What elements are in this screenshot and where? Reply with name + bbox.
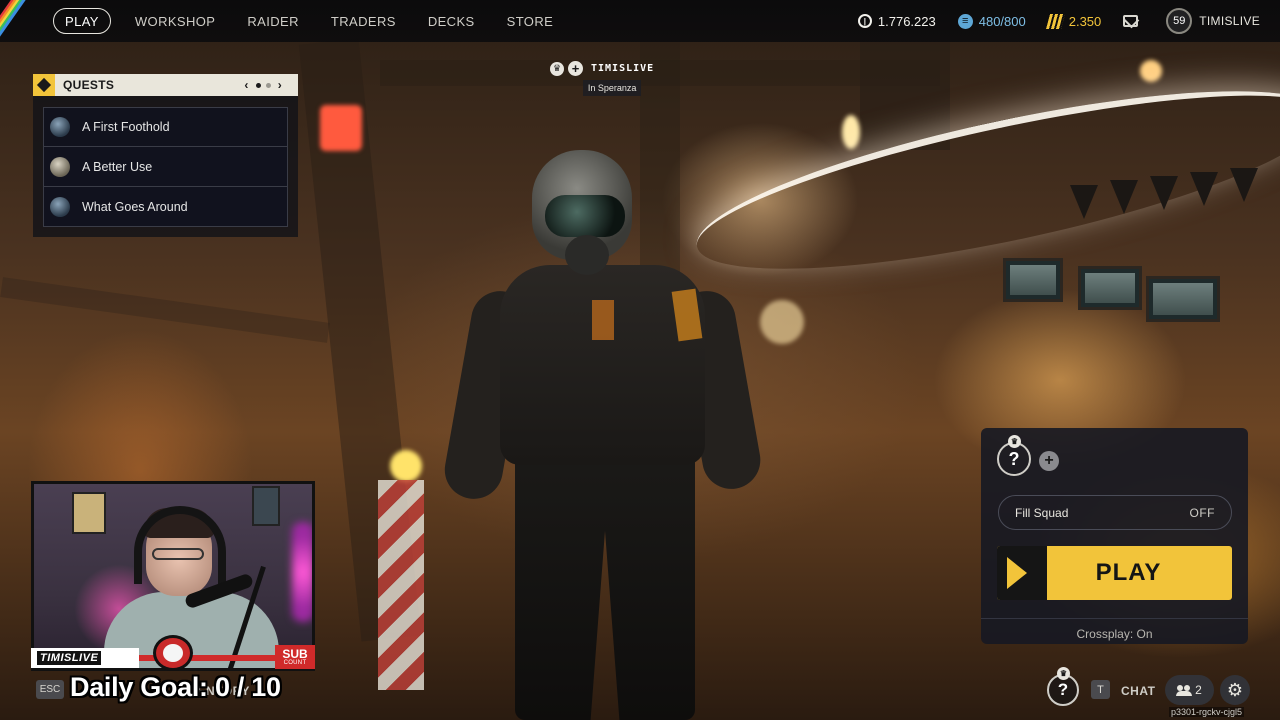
currency-bar: | 1.776.223 ≡ 480/800 2.350 59 TIMISLIVE	[836, 0, 1260, 42]
party-player-name: TIMISLIVE	[591, 63, 655, 74]
quests-pager: ‹ ›	[242, 78, 284, 92]
chat-button[interactable]: CHAT	[1121, 684, 1155, 698]
quests-prev-arrow[interactable]: ‹	[242, 78, 250, 92]
credits-value: 2.350	[1068, 13, 1102, 29]
quest-item[interactable]: A Better Use	[43, 147, 288, 187]
crown-icon: ♛	[1008, 435, 1021, 448]
nav-workshop[interactable]: WORKSHOP	[119, 8, 231, 34]
pager-dot	[265, 82, 271, 88]
slot-unknown-symbol: ?	[1008, 448, 1020, 469]
coins-balance[interactable]: | 1.776.223	[857, 13, 936, 29]
quest-label: A First Foothold	[82, 120, 170, 134]
quest-giver-avatar	[50, 196, 70, 217]
streamer-tag: TIMISLIVE	[31, 648, 139, 668]
credits-icon	[1045, 13, 1065, 29]
quest-item[interactable]: A First Foothold	[43, 107, 288, 147]
raider-character	[440, 140, 770, 720]
nav-traders[interactable]: TRADERS	[315, 8, 412, 34]
party-location-status: In Speranza	[582, 80, 642, 96]
nav-decks[interactable]: DECKS	[412, 8, 491, 34]
fill-squad-toggle[interactable]: Fill Squad OFF	[998, 495, 1232, 530]
player-slot-button[interactable]: ♛ ?	[1047, 667, 1079, 706]
streamer-tag-text: TIMISLIVE	[37, 651, 102, 665]
crown-icon: ♛	[550, 61, 564, 76]
rainbow-stripe-decoration	[0, 0, 44, 42]
crown-icon: ♛	[1057, 667, 1070, 680]
play-chevron-icon	[997, 546, 1047, 600]
crossplay-status: Crossplay: On	[981, 618, 1248, 641]
credits-balance[interactable]: 2.350	[1045, 13, 1102, 29]
quests-panel: QUESTS ‹ › A First Foothold A Better Use…	[33, 74, 298, 237]
daily-goal-overlay: Daily Goal: 0 / 10	[70, 672, 281, 702]
build-id: p3301-rgckv-cjgl5	[1169, 707, 1245, 717]
fill-squad-label: Fill Squad	[1015, 505, 1069, 520]
quest-giver-avatar	[50, 156, 70, 177]
sub-label: SUB	[282, 647, 308, 661]
stash-icon: ≡	[957, 13, 973, 29]
friends-icon	[1176, 684, 1193, 696]
nav-raider[interactable]: RAIDER	[231, 8, 315, 34]
streamer-logo-icon	[153, 635, 193, 671]
quest-item[interactable]: What Goes Around	[43, 187, 288, 227]
gear-icon[interactable]: ⚙	[1220, 675, 1250, 705]
player-name[interactable]: TIMISLIVE	[1199, 14, 1260, 28]
quest-label: A Better Use	[82, 159, 153, 174]
add-friend-icon[interactable]: +	[568, 61, 583, 76]
quests-title: QUESTS	[63, 78, 115, 92]
sub-count-badge: SUB COUNT	[275, 645, 315, 669]
play-button-label: PLAY	[1095, 559, 1162, 586]
quest-giver-avatar	[50, 117, 70, 137]
crossplay-label: Crossplay: On	[1076, 627, 1153, 641]
nav-store[interactable]: STORE	[491, 8, 570, 34]
quests-header: QUESTS ‹ ›	[33, 74, 298, 96]
play-button[interactable]: PLAY	[997, 546, 1232, 600]
squad-slot-leader[interactable]: ♛ ?	[997, 435, 1031, 476]
webcam-name-bar: TIMISLIVE SUB COUNT	[31, 635, 315, 671]
add-squad-member-button[interactable]: +	[1039, 451, 1059, 471]
quest-list: A First Foothold A Better Use What Goes …	[43, 107, 288, 227]
nav-play[interactable]: PLAY	[53, 8, 111, 34]
sub-count-label: COUNT	[283, 660, 307, 666]
mail-icon[interactable]	[1123, 15, 1139, 27]
coin-icon: |	[857, 14, 872, 28]
fill-squad-state: OFF	[1189, 505, 1215, 520]
stash-value: 480/800	[978, 13, 1026, 29]
friends-button[interactable]: 2	[1165, 675, 1214, 705]
quest-label: What Goes Around	[82, 199, 188, 214]
stash-capacity[interactable]: ≡ 480/800	[957, 13, 1026, 29]
player-level-badge[interactable]: 59	[1166, 8, 1193, 34]
quests-next-arrow[interactable]: ›	[276, 78, 284, 92]
esc-key-hint[interactable]: ESC	[36, 680, 64, 699]
chat-key-hint: T	[1091, 680, 1110, 699]
play-panel: ♛ ? + Fill Squad OFF PLAY Crossplay: On	[981, 428, 1248, 644]
slot-unknown-symbol: ?	[1057, 680, 1069, 699]
party-leader-tag: ♛ + TIMISLIVE In Speranza	[550, 61, 654, 96]
friends-count: 2	[1195, 683, 1202, 697]
pager-dot-active	[255, 82, 261, 88]
quest-diamond-icon	[33, 74, 55, 96]
top-navigation-bar: PLAY WORKSHOP RAIDER TRADERS DECKS STORE…	[0, 0, 1280, 42]
main-nav: PLAY WORKSHOP RAIDER TRADERS DECKS STORE	[53, 8, 569, 34]
coins-value: 1.776.223	[877, 13, 936, 29]
